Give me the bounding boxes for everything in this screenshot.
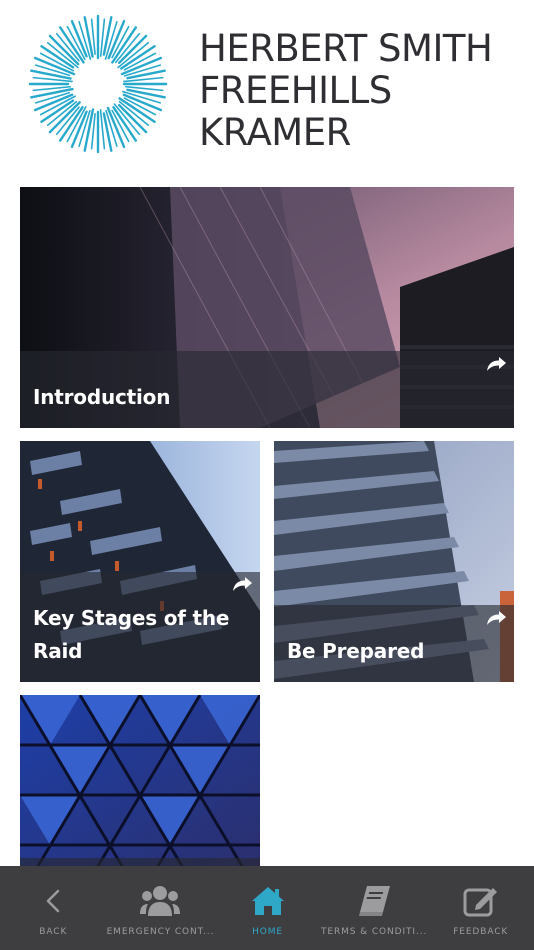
- nav-label: HOME: [252, 927, 283, 937]
- brand-line-2: FREEHILLS: [199, 69, 392, 112]
- nav-label: BACK: [39, 927, 68, 937]
- sunburst-logo-mark: [28, 14, 168, 154]
- nav-item-emergency-contacts[interactable]: EMERGENCY CONT...: [107, 866, 215, 950]
- edit-icon: [463, 882, 499, 920]
- tile-title: Introduction: [33, 385, 171, 409]
- logo-ray: [118, 104, 148, 134]
- tile-be-prepared[interactable]: Be Prepared: [274, 441, 514, 682]
- tile-title-line-2: Raid: [33, 639, 83, 663]
- nav-item-feedback[interactable]: FEEDBACK: [427, 866, 534, 950]
- tile-introduction[interactable]: Introduction: [20, 187, 514, 428]
- brand-line-3: KRAMER: [199, 111, 351, 154]
- chevron-left-icon: [45, 882, 61, 920]
- logo-ray: [126, 88, 166, 99]
- logo-ray: [102, 112, 113, 152]
- tile-title: Key Stages of the Raid: [33, 602, 229, 668]
- nav-item-back[interactable]: BACK: [0, 866, 107, 950]
- brand-wordmark: HERBERT SMITH FREEHILLS KRAMER: [199, 28, 519, 154]
- logo-ray: [126, 69, 166, 80]
- brand-logo: HERBERT SMITH FREEHILLS KRAMER: [26, 12, 516, 158]
- logo-ray: [118, 34, 148, 64]
- share-arrow-icon[interactable]: [487, 357, 507, 378]
- tile-title: Be Prepared: [287, 639, 425, 663]
- tile-caption-bar: [20, 858, 260, 866]
- tile-fourth[interactable]: [20, 695, 260, 866]
- nav-item-terms-conditions[interactable]: TERMS & CONDITI...: [321, 866, 428, 950]
- tile-title-line-1: Key Stages of the: [33, 606, 230, 630]
- nav-label: FEEDBACK: [453, 927, 509, 937]
- share-arrow-icon[interactable]: [487, 611, 507, 632]
- nav-item-home[interactable]: HOME: [214, 866, 321, 950]
- users-group-icon: [140, 882, 181, 920]
- tile-background-image: [20, 695, 260, 866]
- logo-ray: [102, 16, 113, 56]
- tile-key-stages[interactable]: Key Stages of the Raid: [20, 441, 260, 682]
- nav-label: TERMS & CONDITI...: [320, 927, 428, 937]
- book-icon: [357, 882, 391, 920]
- nav-label: EMERGENCY CONT...: [106, 927, 215, 937]
- brand-line-1: HERBERT SMITH: [199, 27, 493, 70]
- share-arrow-icon[interactable]: [233, 577, 253, 598]
- bottom-navigation-bar: BACK EMERGENCY CONT... HOME TERMS & COND…: [0, 866, 534, 950]
- home-icon: [251, 882, 285, 920]
